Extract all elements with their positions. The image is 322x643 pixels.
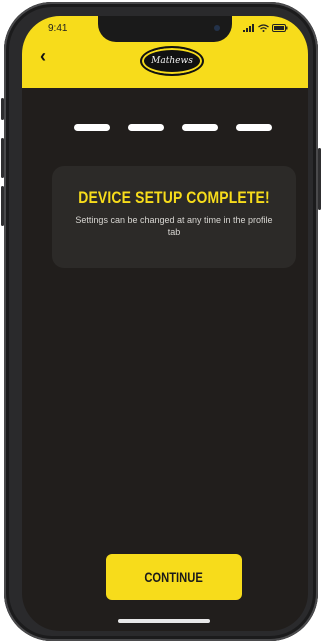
progress-step <box>74 124 110 131</box>
back-arrow-icon[interactable]: ‹ <box>40 46 46 66</box>
setup-complete-card: DEVICE SETUP COMPLETE! Settings can be c… <box>52 166 296 268</box>
brand-logo-text: Mathews <box>151 56 193 66</box>
progress-step <box>236 124 272 131</box>
continue-button[interactable]: CONTINUE <box>106 554 242 600</box>
status-icons <box>243 24 288 32</box>
notch <box>98 16 232 42</box>
card-description: Settings can be changed at any time in t… <box>75 215 273 237</box>
setup-progress <box>74 124 272 131</box>
phone-side-button <box>1 138 4 178</box>
phone-side-button <box>318 148 321 210</box>
progress-step <box>182 124 218 131</box>
phone-frame: 9:41 ‹ Mathews DEVICE SETUP COMPLETE! Se… <box>1 2 321 641</box>
wifi-icon <box>258 24 269 32</box>
status-time: 9:41 <box>48 23 68 34</box>
battery-icon <box>272 24 288 32</box>
app-screen: 9:41 ‹ Mathews DEVICE SETUP COMPLETE! Se… <box>22 16 308 631</box>
signal-icon <box>243 24 254 32</box>
app-header: 9:41 ‹ Mathews <box>22 16 308 88</box>
phone-side-button <box>1 186 4 226</box>
camera-icon <box>214 25 220 31</box>
card-title: DEVICE SETUP COMPLETE! <box>78 188 270 207</box>
continue-button-label: CONTINUE <box>144 569 204 585</box>
phone-side-button <box>1 98 4 120</box>
brand-logo: Mathews <box>140 46 204 76</box>
home-indicator[interactable] <box>118 619 210 623</box>
progress-step <box>128 124 164 131</box>
